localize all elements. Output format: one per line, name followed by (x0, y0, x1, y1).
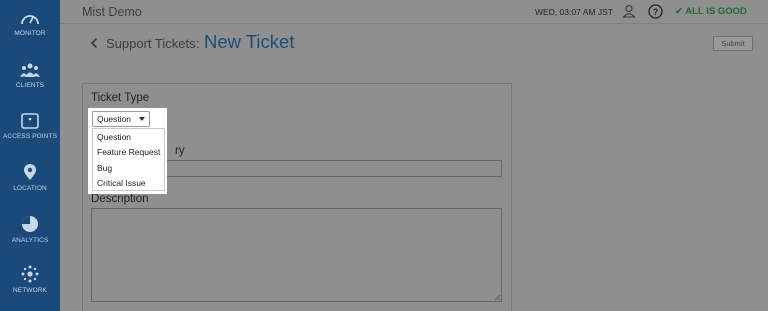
summary-label: ry (175, 145, 185, 157)
system-status: ✔ ALL IS GOOD (675, 6, 747, 17)
submit-button[interactable]: Submit (713, 36, 753, 51)
nav-location-label: LOCATION (13, 185, 47, 192)
caret-down-icon (139, 117, 145, 121)
nav-access-points-label: ACCESS POINTS (2, 133, 58, 140)
ticket-type-select[interactable]: Question (92, 111, 150, 127)
description-textarea[interactable] (91, 208, 502, 302)
back-chevron-icon[interactable] (90, 37, 98, 49)
users-icon (20, 63, 40, 77)
nav-network[interactable]: NETWORK (0, 265, 60, 311)
option-question[interactable]: Question (97, 132, 131, 142)
checkmark-icon: ✔ (675, 6, 683, 17)
nav-clients-label: CLIENTS (15, 82, 45, 89)
svg-text:?: ? (653, 7, 659, 17)
breadcrumb-separator: : (196, 36, 200, 51)
gauge-icon (21, 15, 39, 25)
resize-grip-icon[interactable] (494, 294, 501, 301)
nav-monitor-label: MONITOR (14, 30, 46, 37)
org-name[interactable]: Mist Demo (82, 5, 142, 19)
nav-analytics-label: ANALYTICS (11, 237, 49, 244)
sidebar-nav: MONITOR CLIENTS ACCESS POINTS LOCATION A… (0, 0, 60, 311)
nav-clients[interactable]: CLIENTS (0, 62, 60, 112)
nav-location[interactable]: LOCATION (0, 164, 60, 214)
user-icon[interactable] (622, 4, 636, 18)
nav-analytics[interactable]: ANALYTICS (0, 215, 60, 265)
option-feature-request[interactable]: Feature Request (97, 147, 160, 157)
status-text: ALL IS GOOD (685, 6, 747, 17)
option-bug[interactable]: Bug (97, 163, 112, 173)
page-title: New Ticket (204, 31, 295, 52)
nav-access-points[interactable]: ACCESS POINTS (0, 113, 60, 163)
description-label: Description (91, 193, 149, 205)
access-point-icon (21, 113, 39, 129)
location-pin-icon (24, 164, 36, 180)
top-bar: Mist Demo WED, 03:07 AM JST ? ✔ ALL IS G… (60, 0, 768, 24)
ticket-type-selected-value: Question (97, 114, 132, 124)
nav-network-label: NETWORK (13, 287, 47, 294)
pie-chart-icon (22, 216, 38, 232)
option-critical-issue[interactable]: Critical Issue (97, 178, 146, 188)
network-icon (21, 265, 39, 283)
nav-monitor[interactable]: MONITOR (0, 10, 60, 60)
help-icon[interactable]: ? (648, 4, 663, 19)
ticket-type-label: Ticket Type (91, 92, 150, 104)
breadcrumb-support-tickets[interactable]: Support Tickets (106, 36, 196, 51)
clock-display: WED, 03:07 AM JST (535, 7, 613, 17)
ticket-type-options-list: Question Feature Request Bug Critical Is… (92, 128, 165, 191)
